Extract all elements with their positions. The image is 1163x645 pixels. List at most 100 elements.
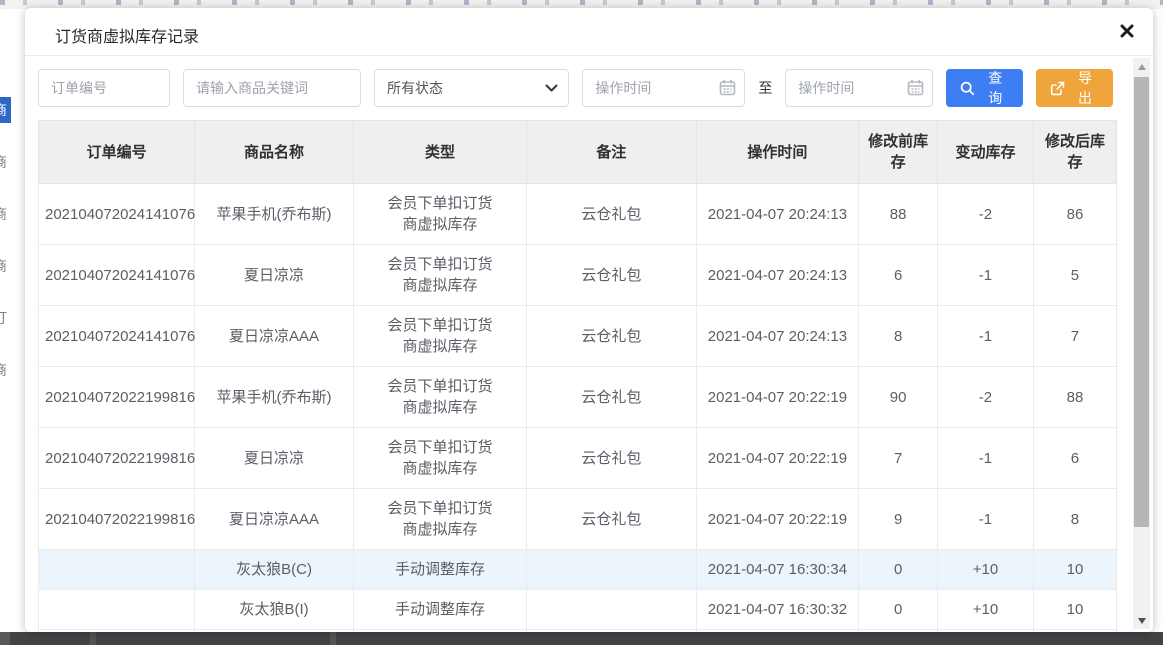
background-sidebar-item-fragment: 商 (0, 149, 11, 175)
type-cell-text: 会员下单扣订货商虚拟库存 (384, 498, 496, 540)
table-row[interactable]: 202104072024141076夏日凉凉会员下单扣订货商虚拟库存云仓礼包20… (39, 245, 1117, 306)
cell: 0 (859, 630, 938, 633)
cell (527, 550, 696, 590)
chevron-down-icon (545, 84, 558, 92)
column-header: 类型 (353, 121, 527, 184)
order-number-input[interactable] (38, 69, 170, 107)
background-sidebar-item-fragment: 商 (0, 97, 11, 123)
vertical-scrollbar[interactable] (1133, 58, 1150, 629)
date-range-to-label: 至 (758, 78, 772, 98)
triangle-up-icon (1138, 64, 1146, 70)
type-cell-text: 会员下单扣订货商虚拟库存 (384, 254, 496, 296)
background-sidebar-item-fragment: 商 (0, 253, 11, 279)
cell: 灰太狼B(E) (195, 630, 353, 633)
cell: 云仓礼包 (527, 428, 696, 489)
column-header: 操作时间 (696, 121, 859, 184)
close-button[interactable] (1117, 21, 1137, 41)
scrollbar-thumb[interactable] (1133, 77, 1150, 527)
cell: +10 (937, 630, 1033, 633)
background-page-bottom-strip (0, 632, 1163, 645)
export-icon (1050, 81, 1065, 96)
cell: 手动调整库存 (353, 630, 527, 633)
background-sidebar-item-fragment: 订 (0, 305, 11, 331)
status-select[interactable]: 所有状态 (374, 69, 569, 107)
cell: 2021-04-07 20:22:19 (696, 367, 859, 428)
cell: 夏日凉凉 (195, 428, 353, 489)
cell: 2021-04-07 16:30:32 (696, 590, 859, 630)
table-row[interactable]: 202104072022199816夏日凉凉会员下单扣订货商虚拟库存云仓礼包20… (39, 428, 1117, 489)
background-sidebar-item-fragment: 商 (0, 201, 11, 227)
cell: +10 (937, 550, 1033, 590)
cell: 8 (859, 306, 938, 367)
records-table-container: 订单编号商品名称类型备注操作时间修改前库存变动库存修改后库存 202104072… (38, 120, 1117, 632)
cell: 2021-04-07 16:30:31 (696, 630, 859, 633)
cell: 2021-04-07 20:24:13 (696, 184, 859, 245)
cell: -1 (937, 489, 1033, 550)
cell: 7 (859, 428, 938, 489)
table-row[interactable]: 202104072024141076夏日凉凉AAA会员下单扣订货商虚拟库存云仓礼… (39, 306, 1117, 367)
cell: 会员下单扣订货商虚拟库存 (353, 184, 527, 245)
cell: 云仓礼包 (527, 184, 696, 245)
type-cell-text: 会员下单扣订货商虚拟库存 (384, 193, 496, 235)
column-header: 变动库存 (937, 121, 1033, 184)
cell: 苹果手机(乔布斯) (195, 367, 353, 428)
cell: 2021-04-07 20:22:19 (696, 428, 859, 489)
cell (39, 590, 195, 630)
table-row[interactable]: 灰太狼B(C)手动调整库存2021-04-07 16:30:340+1010 (39, 550, 1117, 590)
cell: 苹果手机(乔布斯) (195, 184, 353, 245)
cell: 2021-04-07 16:30:34 (696, 550, 859, 590)
cell: 6 (859, 245, 938, 306)
status-select-value: 所有状态 (387, 78, 443, 98)
scrollbar-up-button[interactable] (1133, 58, 1150, 75)
table-row[interactable]: 灰太狼B(E)手动调整库存2021-04-07 16:30:310+1010 (39, 630, 1117, 633)
table-row[interactable]: 灰太狼B(I)手动调整库存2021-04-07 16:30:320+1010 (39, 590, 1117, 630)
cell: 202104072022199816 (39, 489, 195, 550)
cell: 0 (859, 590, 938, 630)
cell: 202104072024141076 (39, 306, 195, 367)
cell: -1 (937, 245, 1033, 306)
type-cell-text: 会员下单扣订货商虚拟库存 (384, 437, 496, 479)
scrollbar-down-button[interactable] (1133, 612, 1150, 629)
cell: 9 (859, 489, 938, 550)
cell: 夏日凉凉AAA (195, 489, 353, 550)
virtual-stock-record-modal: 订货商虚拟库存记录 所有状态 至 (25, 8, 1153, 632)
product-keyword-input[interactable] (183, 69, 361, 107)
background-sidebar-item-fragment: 商 (0, 357, 11, 383)
search-button[interactable]: 查询 (946, 69, 1023, 107)
end-date-input[interactable] (785, 69, 933, 107)
cell: 0 (859, 550, 938, 590)
search-button-label: 查询 (981, 68, 1009, 108)
cell: +10 (937, 590, 1033, 630)
table-row[interactable]: 202104072022199816苹果手机(乔布斯)会员下单扣订货商虚拟库存云… (39, 367, 1117, 428)
cell: 手动调整库存 (353, 550, 527, 590)
cell: 202104072022199816 (39, 428, 195, 489)
export-button-label: 导出 (1071, 68, 1099, 108)
cell: 云仓礼包 (527, 489, 696, 550)
cell: 夏日凉凉 (195, 245, 353, 306)
cell: 6 (1033, 428, 1116, 489)
cell: -1 (937, 306, 1033, 367)
type-cell-text: 手动调整库存 (395, 559, 485, 580)
cell (39, 550, 195, 590)
type-cell-text: 会员下单扣订货商虚拟库存 (384, 376, 496, 418)
column-header: 修改后库存 (1033, 121, 1116, 184)
filter-bar: 所有状态 至 (25, 56, 1153, 120)
start-date-input[interactable] (582, 69, 745, 107)
cell: 会员下单扣订货商虚拟库存 (353, 428, 527, 489)
modal-title: 订货商虚拟库存记录 (55, 29, 199, 46)
background-sidebar-sliver: 商商商商订商 (0, 9, 25, 632)
modal-header: 订货商虚拟库存记录 (25, 8, 1153, 56)
cell: 云仓礼包 (527, 306, 696, 367)
table-row[interactable]: 202104072024141076苹果手机(乔布斯)会员下单扣订货商虚拟库存云… (39, 184, 1117, 245)
export-button[interactable]: 导出 (1036, 69, 1113, 107)
cell: 202104072024141076 (39, 245, 195, 306)
type-cell-text: 手动调整库存 (395, 599, 485, 620)
cell: 10 (1033, 590, 1116, 630)
table-row[interactable]: 202104072022199816夏日凉凉AAA 会员下单扣订货商虚拟库存云仓礼… (39, 489, 1117, 550)
cell: 88 (1033, 367, 1116, 428)
cell: 88 (859, 184, 938, 245)
column-header: 商品名称 (195, 121, 353, 184)
cell: -2 (937, 367, 1033, 428)
column-header: 修改前库存 (859, 121, 938, 184)
cell: -1 (937, 428, 1033, 489)
